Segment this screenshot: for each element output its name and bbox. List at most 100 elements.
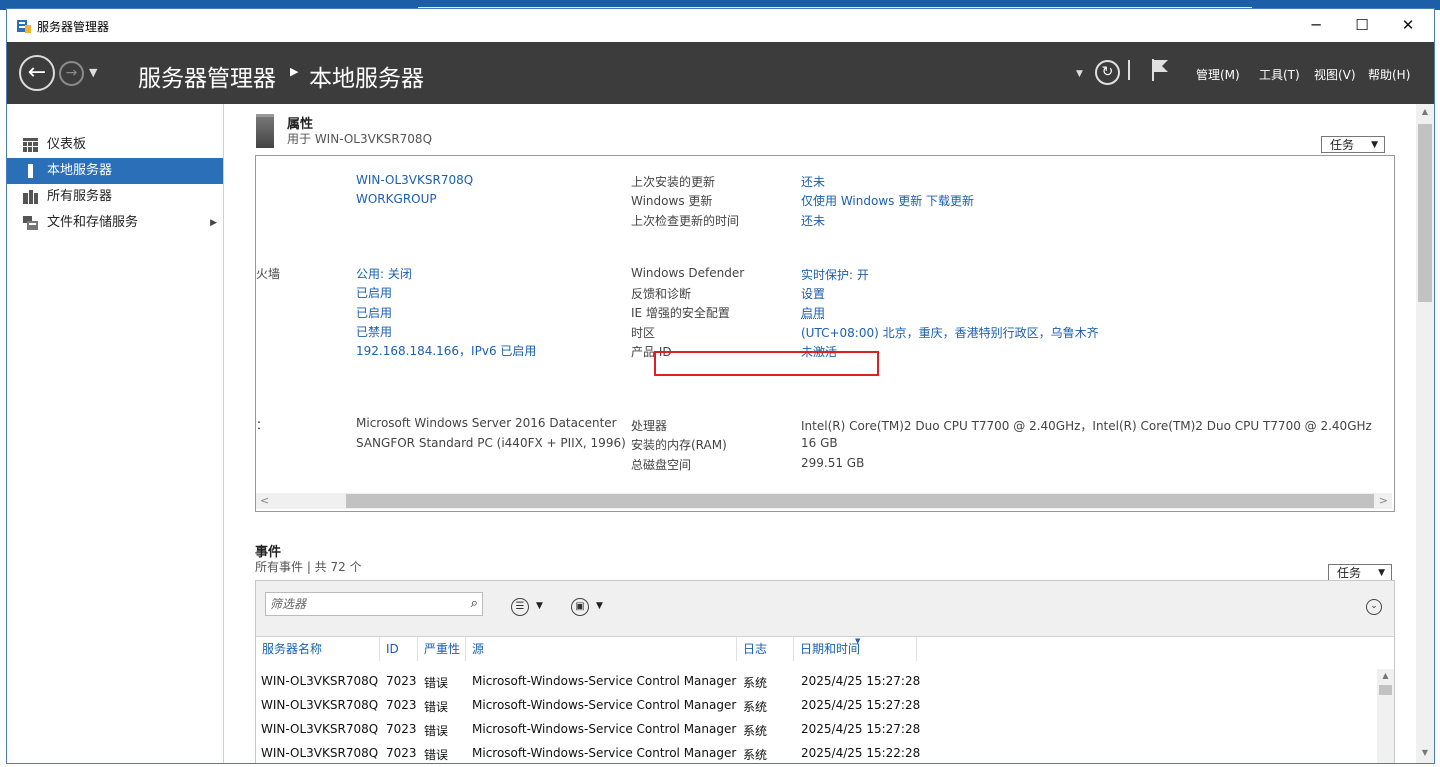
scrollbar-thumb[interactable] xyxy=(346,494,1374,508)
ie-esc-highlight-box xyxy=(654,351,879,376)
events-panel: 筛选器 ⌕ ☰ ▼ ▣ ▼ ⌄ 服务器名称 ID 严重性 源 日志 日期和时间 … xyxy=(255,580,1395,763)
server-manager-window: 服务器管理器 ─ ☐ ✕ ← → ▼ 服务器管理器 ▶ 本地服务器 ▼ ↻ 管理… xyxy=(6,8,1435,764)
ethernet-link[interactable]: 192.168.184.166，IPv6 已启用 xyxy=(356,342,536,359)
close-button[interactable]: ✕ xyxy=(1385,9,1431,42)
properties-tasks-button[interactable]: 任务 ▼ xyxy=(1321,136,1385,153)
table-row[interactable]: WIN-OL3VKSR708Q 7023 错误 Microsoft-Window… xyxy=(256,694,1376,718)
cell-log: 系统 xyxy=(743,724,768,738)
menu-help[interactable]: 帮助(H) xyxy=(1368,66,1410,83)
column-header-log[interactable]: 日志 xyxy=(737,637,794,661)
feedback-link[interactable]: 设置 xyxy=(801,285,825,302)
filter-input[interactable]: 筛选器 ⌕ xyxy=(265,592,483,616)
computer-name-link[interactable]: WIN-OL3VKSR708Q xyxy=(356,173,473,187)
events-vertical-scrollbar[interactable]: ▲ xyxy=(1377,669,1394,763)
minimize-button[interactable]: ─ xyxy=(1293,9,1339,42)
sort-descending-icon: ▼ xyxy=(855,637,861,645)
last-check-link[interactable]: 还未 xyxy=(801,212,825,229)
chevron-down-icon: ▼ xyxy=(1378,568,1385,578)
cell-id: 7023 xyxy=(386,698,417,712)
workgroup-link[interactable]: WORKGROUP xyxy=(356,192,437,206)
cell-source: Microsoft-Windows-Service Control Manage… xyxy=(472,746,737,760)
sidebar-item-all-servers[interactable]: 所有服务器 xyxy=(7,184,223,210)
scroll-right-icon[interactable]: > xyxy=(1379,494,1388,507)
cell-log: 系统 xyxy=(743,748,768,762)
save-query-icon[interactable]: ▣ xyxy=(571,598,589,616)
cell-severity: 错误 xyxy=(424,676,449,690)
file-storage-icon xyxy=(23,216,38,230)
main-content: 属性 用于 WIN-OL3VKSR708Q 任务 ▼ 火墙 ： WIN-OL3VK… xyxy=(224,104,1416,763)
ram-label: 安装的内存(RAM) xyxy=(631,438,727,452)
forward-button[interactable]: → xyxy=(59,61,84,86)
table-row[interactable]: WIN-OL3VKSR708Q 7023 错误 Microsoft-Window… xyxy=(256,742,1376,763)
cell-datetime: 2025/4/25 15:27:28 xyxy=(801,722,921,736)
sidebar-item-dashboard[interactable]: 仪表板 xyxy=(7,132,223,158)
events-tasks-button[interactable]: 任务 ▼ xyxy=(1328,564,1392,581)
cell-severity: 错误 xyxy=(424,724,449,738)
server-icon xyxy=(28,164,33,178)
feedback-label: 反馈和诊断 xyxy=(631,287,692,301)
cell-source: Microsoft-Windows-Service Control Manage… xyxy=(472,698,737,712)
sidebar-item-local-server[interactable]: 本地服务器 xyxy=(7,158,223,184)
ie-esc-link[interactable]: 启用 xyxy=(801,304,825,321)
maximize-icon: ☐ xyxy=(1355,16,1369,34)
expand-collapse-icon[interactable]: ⌄ xyxy=(1366,599,1382,615)
list-options-icon[interactable]: ☰ xyxy=(511,598,529,616)
scrollbar-thumb[interactable] xyxy=(1379,685,1392,695)
cell-server: WIN-OL3VKSR708Q xyxy=(261,722,379,736)
expand-arrow-icon[interactable]: ▶ xyxy=(210,210,217,236)
table-row[interactable]: WIN-OL3VKSR708Q 7023 错误 Microsoft-Window… xyxy=(256,670,1376,694)
scroll-down-icon[interactable]: ▼ xyxy=(1416,748,1434,757)
search-icon[interactable]: ⌕ xyxy=(471,593,478,615)
events-filter-bar: 筛选器 ⌕ ☰ ▼ ▣ ▼ ⌄ xyxy=(256,581,1394,637)
chevron-down-icon: ▼ xyxy=(1371,140,1378,150)
firewall-link[interactable]: 公用: 关闭 xyxy=(356,265,412,282)
notifications-dropdown-icon[interactable]: ▼ xyxy=(1076,69,1083,79)
sidebar-item-file-storage[interactable]: 文件和存储服务 ▶ xyxy=(7,210,223,236)
firewall-label: 火墙 xyxy=(256,267,281,281)
properties-subtitle: 用于 WIN-OL3VKSR708Q xyxy=(287,132,433,146)
scrollbar-thumb[interactable] xyxy=(1418,124,1432,302)
maximize-button[interactable]: ☐ xyxy=(1339,9,1385,42)
close-icon: ✕ xyxy=(1401,16,1415,34)
remote-desktop-link[interactable]: 已启用 xyxy=(356,304,392,321)
main-vertical-scrollbar[interactable]: ▲ ▼ xyxy=(1416,104,1434,763)
os-label: ： xyxy=(256,418,269,432)
tasks-label: 任务 xyxy=(1337,566,1362,580)
chevron-down-icon[interactable]: ▼ xyxy=(536,601,543,611)
scroll-left-icon[interactable]: < xyxy=(260,494,269,507)
back-arrow-icon: ← xyxy=(27,60,47,85)
column-header-severity[interactable]: 严重性 xyxy=(418,637,466,661)
properties-horizontal-scrollbar[interactable]: < > xyxy=(256,493,1392,509)
scroll-up-icon[interactable]: ▲ xyxy=(1377,671,1394,680)
nic-teaming-link[interactable]: 已禁用 xyxy=(356,323,392,340)
menu-manage[interactable]: 管理(M) xyxy=(1196,66,1240,83)
scroll-up-icon[interactable]: ▲ xyxy=(1416,107,1434,116)
timezone-link[interactable]: (UTC+08:00) 北京，重庆，香港特别行政区，乌鲁木齐 xyxy=(801,324,1099,341)
cell-severity: 错误 xyxy=(424,748,449,762)
remote-management-link[interactable]: 已启用 xyxy=(356,284,392,301)
history-dropdown-icon[interactable]: ▼ xyxy=(89,66,97,79)
defender-link[interactable]: 实时保护: 开 xyxy=(801,266,869,283)
column-header-server[interactable]: 服务器名称 xyxy=(256,637,380,661)
tasks-label: 任务 xyxy=(1330,138,1355,152)
refresh-button[interactable]: ↻ xyxy=(1095,60,1120,85)
windows-update-label: Windows 更新 xyxy=(631,194,713,208)
sidebar: 仪表板 本地服务器 所有服务器 文件和存储服务 ▶ xyxy=(7,104,224,763)
column-header-id[interactable]: ID xyxy=(380,637,418,661)
notifications-flag-icon[interactable] xyxy=(1149,57,1171,83)
column-header-source[interactable]: 源 xyxy=(466,637,737,661)
cell-source: Microsoft-Windows-Service Control Manage… xyxy=(472,674,737,688)
menu-view[interactable]: 视图(V) xyxy=(1314,66,1356,83)
processor-label: 处理器 xyxy=(631,419,668,433)
os-version-value: Microsoft Windows Server 2016 Datacenter xyxy=(356,416,617,430)
menu-tools[interactable]: 工具(T) xyxy=(1259,66,1300,83)
filter-placeholder: 筛选器 xyxy=(270,597,307,611)
ie-esc-label: IE 增强的安全配置 xyxy=(631,306,730,320)
breadcrumb-root[interactable]: 服务器管理器 xyxy=(138,59,276,93)
back-button[interactable]: ← xyxy=(19,55,55,91)
last-check-label: 上次检查更新的时间 xyxy=(631,214,740,228)
last-update-link[interactable]: 还未 xyxy=(801,173,825,190)
windows-update-link[interactable]: 仅使用 Windows 更新 下载更新 xyxy=(801,192,974,209)
chevron-down-icon[interactable]: ▼ xyxy=(596,601,603,611)
table-row[interactable]: WIN-OL3VKSR708Q 7023 错误 Microsoft-Window… xyxy=(256,718,1376,742)
